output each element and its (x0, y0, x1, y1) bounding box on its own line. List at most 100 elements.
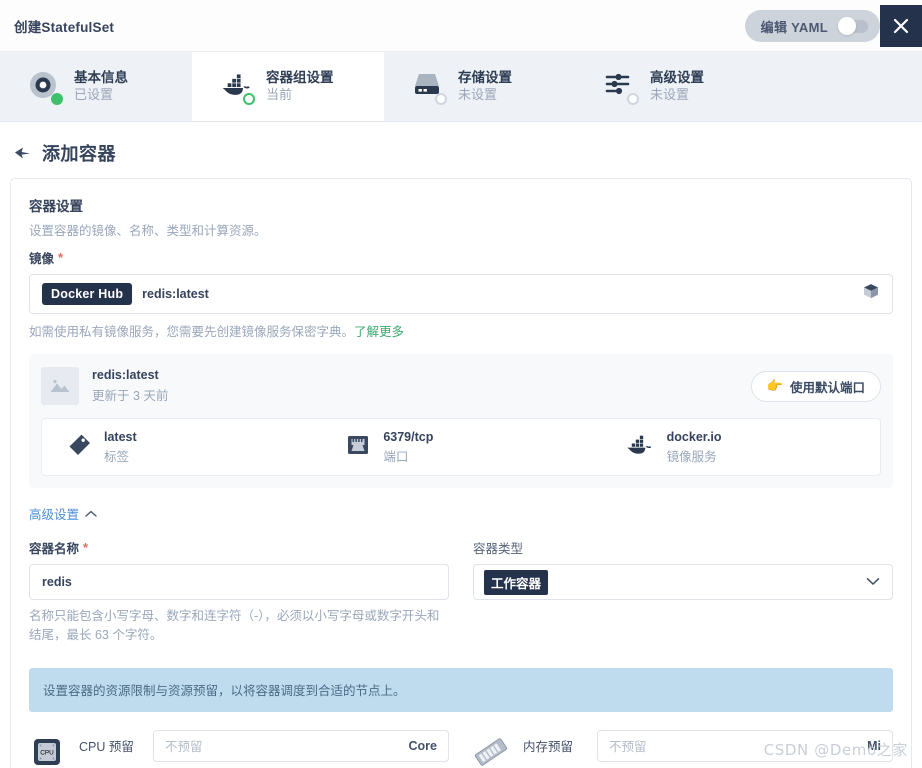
memory-resource-group: 内存预留 不预留 Mi 内存限制 1000 Mi (473, 729, 893, 768)
back-arrow-icon[interactable] (14, 146, 32, 160)
container-name-field: 容器名称 * redis 名称只能包含小写字母、数字和连字符（-），必须以小写字… (29, 538, 449, 646)
cpu-request-label: CPU 预留 (79, 740, 134, 755)
tag-icon (66, 432, 92, 463)
detail-text: 6379/tcp 端口 (383, 430, 433, 465)
cpu-request-unit: Core (408, 738, 437, 753)
use-default-port-button[interactable]: 👉 使用默认端口 (750, 370, 881, 402)
step-status: 当前 (266, 86, 293, 102)
step-title: 高级设置 (650, 70, 704, 86)
step-title: 存储设置 (458, 70, 512, 86)
step-text: 基本信息 已设置 (74, 70, 128, 102)
chevron-up-icon (85, 505, 97, 523)
cpu-resource-group: CPU CPU 预留 不预留 Core (29, 729, 449, 768)
step-text: 存储设置 未设置 (458, 70, 512, 102)
detail-key: 标签 (104, 449, 130, 464)
detail-key: 镜像服务 (666, 449, 717, 464)
memory-rows: 内存预留 不预留 Mi 内存限制 1000 Mi (523, 729, 893, 768)
detail-text: latest 标签 (104, 430, 137, 465)
image-helper-text: 如需使用私有镜像服务，您需要先创建镜像服务保密字典。了解更多 (29, 321, 893, 340)
docker-whale-icon (220, 70, 255, 105)
image-preview-name: redis:latest (92, 368, 159, 382)
cpu-request-row: CPU 预留 不预留 Core (79, 729, 449, 762)
yaml-switch-icon[interactable] (838, 17, 868, 35)
sidebar-item-basic-info[interactable]: 基本信息 已设置 (0, 52, 192, 121)
use-default-port-label: 使用默认端口 (789, 380, 865, 395)
container-name-label: 容器名称 * (29, 538, 449, 557)
page-header: 添加容器 (0, 122, 922, 178)
learn-more-link[interactable]: 了解更多 (354, 325, 404, 339)
container-name-input[interactable]: redis (29, 564, 449, 600)
storage-disk-icon (412, 70, 447, 105)
detail-value: 6379/tcp (383, 429, 434, 444)
detail-value: docker.io (666, 429, 722, 444)
chevron-down-icon (866, 573, 880, 591)
target-icon (28, 70, 63, 105)
section-description: 设置容器的镜像、名称、类型和计算资源。 (29, 224, 267, 238)
step-status-dot (51, 92, 63, 105)
sidebar-item-pod-settings[interactable]: 容器组设置 当前 (192, 52, 384, 121)
memory-request-value: 不预留 (609, 740, 647, 755)
detail-value: latest (104, 429, 137, 444)
resources-info-banner: 设置容器的资源限制与资源预留，以将容器调度到合适的节点上。 (29, 667, 893, 712)
wizard-steps: 基本信息 已设置 容器组设置 当前 存储设置 未设置 高级设置 未设置 (0, 52, 922, 122)
image-input-value: redis:latest (142, 287, 209, 301)
titlebar-actions: 编辑 YAML (744, 0, 922, 52)
edit-yaml-toggle[interactable]: 编辑 YAML (744, 10, 880, 42)
step-status-dot (243, 92, 255, 105)
sidebar-item-storage-settings[interactable]: 存储设置 未设置 (384, 52, 576, 121)
required-marker: * (83, 540, 89, 555)
sliders-icon (604, 70, 639, 105)
memory-stick-icon (473, 734, 509, 768)
svg-text:CPU: CPU (40, 749, 54, 756)
step-status: 已设置 (74, 86, 114, 102)
step-text: 容器组设置 当前 (266, 70, 334, 102)
image-detail-tag: latest 标签 (42, 430, 321, 465)
image-preview-header: redis:latest 更新于 3 天前 👉 使用默认端口 (41, 364, 881, 408)
container-type-label: 容器类型 (473, 538, 893, 557)
container-type-value: 工作容器 (484, 569, 549, 595)
required-marker: * (58, 250, 64, 265)
cpu-request-input[interactable]: 不预留 Core (153, 729, 449, 762)
step-title: 基本信息 (74, 70, 128, 86)
registry-chip: Docker Hub (42, 283, 133, 305)
image-detail-port: 6379/tcp 端口 (321, 430, 600, 465)
name-type-row: 容器名称 * redis 名称只能包含小写字母、数字和连字符（-），必须以小写字… (29, 538, 893, 646)
advanced-settings-toggle[interactable]: 高级设置 (29, 504, 97, 523)
image-detail-row: latest 标签 6379/tcp 端口 docker.io 镜像服务 (41, 418, 881, 476)
close-icon (893, 18, 909, 34)
container-type-label-text: 容器类型 (473, 542, 524, 556)
memory-request-input[interactable]: 不预留 Mi (597, 729, 893, 762)
sidebar-item-advanced-settings[interactable]: 高级设置 未设置 (576, 52, 768, 121)
detail-key: 端口 (383, 449, 409, 464)
step-status-dot (435, 92, 447, 105)
step-text: 高级设置 未设置 (650, 70, 704, 102)
dialog-titlebar: 创建StatefulSet 编辑 YAML (0, 0, 922, 52)
cube-icon (862, 283, 880, 306)
step-status-dot (627, 92, 639, 105)
resources-section: CPU CPU 预留 不预留 Core 内存预留 不预留 Mi (29, 729, 893, 768)
image-field-label: 镜像 * (29, 248, 893, 267)
image-input[interactable]: Docker Hub redis:latest (29, 274, 893, 314)
dialog-title: 创建StatefulSet (14, 19, 115, 35)
image-label-text: 镜像 (29, 252, 55, 266)
port-icon (345, 432, 371, 463)
close-button[interactable] (880, 5, 922, 47)
step-title: 容器组设置 (266, 70, 334, 86)
image-preview-meta: redis:latest 更新于 3 天前 (92, 368, 168, 404)
container-type-select[interactable]: 工作容器 (473, 564, 893, 600)
container-name-value: redis (42, 575, 72, 589)
pointing-finger-icon: 👉 (766, 378, 783, 393)
container-type-field: 容器类型 工作容器 (473, 538, 893, 646)
container-name-label-text: 容器名称 (29, 542, 80, 556)
detail-text: docker.io 镜像服务 (667, 430, 722, 465)
advanced-settings-label: 高级设置 (29, 508, 80, 522)
cpu-chip-icon: CPU (29, 734, 65, 768)
image-preview-updated: 更新于 3 天前 (92, 389, 169, 403)
image-detail-registry: docker.io 镜像服务 (601, 430, 880, 465)
step-status: 未设置 (458, 86, 498, 102)
memory-request-unit: Mi (867, 738, 881, 753)
memory-request-label: 内存预留 (523, 740, 574, 755)
cpu-request-value: 不预留 (165, 740, 203, 755)
image-helper-label: 如需使用私有镜像服务，您需要先创建镜像服务保密字典。 (29, 325, 355, 339)
container-settings-card: 容器设置 设置容器的镜像、名称、类型和计算资源。 镜像 * Docker Hub… (10, 178, 912, 768)
